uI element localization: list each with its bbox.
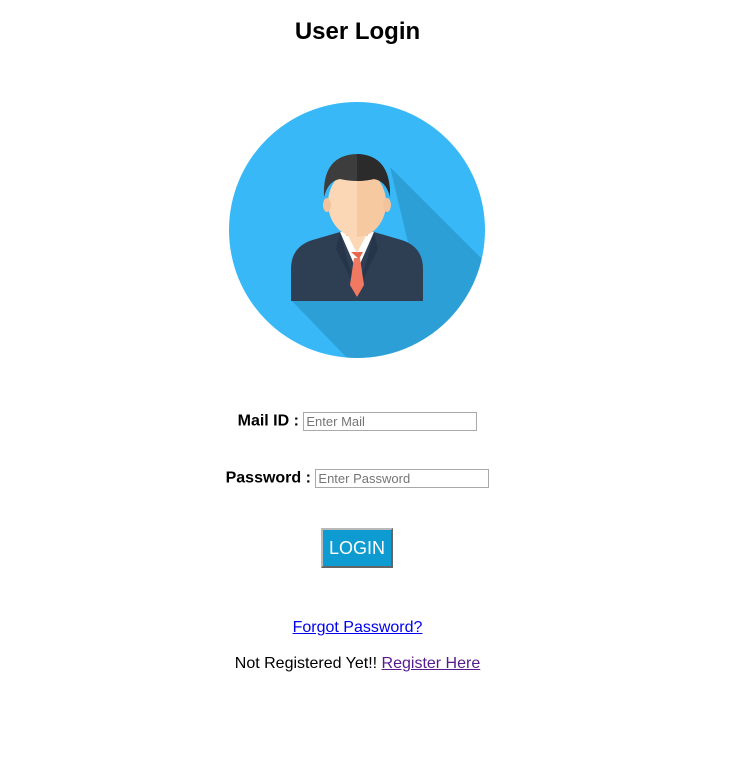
login-button[interactable]: LOGIN (321, 528, 393, 568)
page-title: User Login (294, 18, 421, 45)
login-page: User Login Mail ID: Enter Mail Password… (0, 0, 740, 770)
user-avatar-icon (228, 101, 486, 359)
mail-label: Mail ID : (237, 412, 304, 430)
password-input[interactable] (315, 469, 490, 488)
password-label: Password : (225, 469, 316, 487)
forgot-password-link[interactable]: Forgot Password? (293, 619, 423, 636)
mail-row: Mail ID : (0, 412, 715, 431)
mail-input[interactable] (303, 412, 478, 431)
not-registered-text: Not Registered Yet!! (234, 655, 382, 672)
password-row: Password : (0, 469, 715, 488)
register-link[interactable]: Register Here (382, 655, 481, 672)
forgot-password-row: Forgot Password? (0, 619, 715, 637)
register-row: Not Registered Yet!! Register Here (0, 655, 715, 673)
